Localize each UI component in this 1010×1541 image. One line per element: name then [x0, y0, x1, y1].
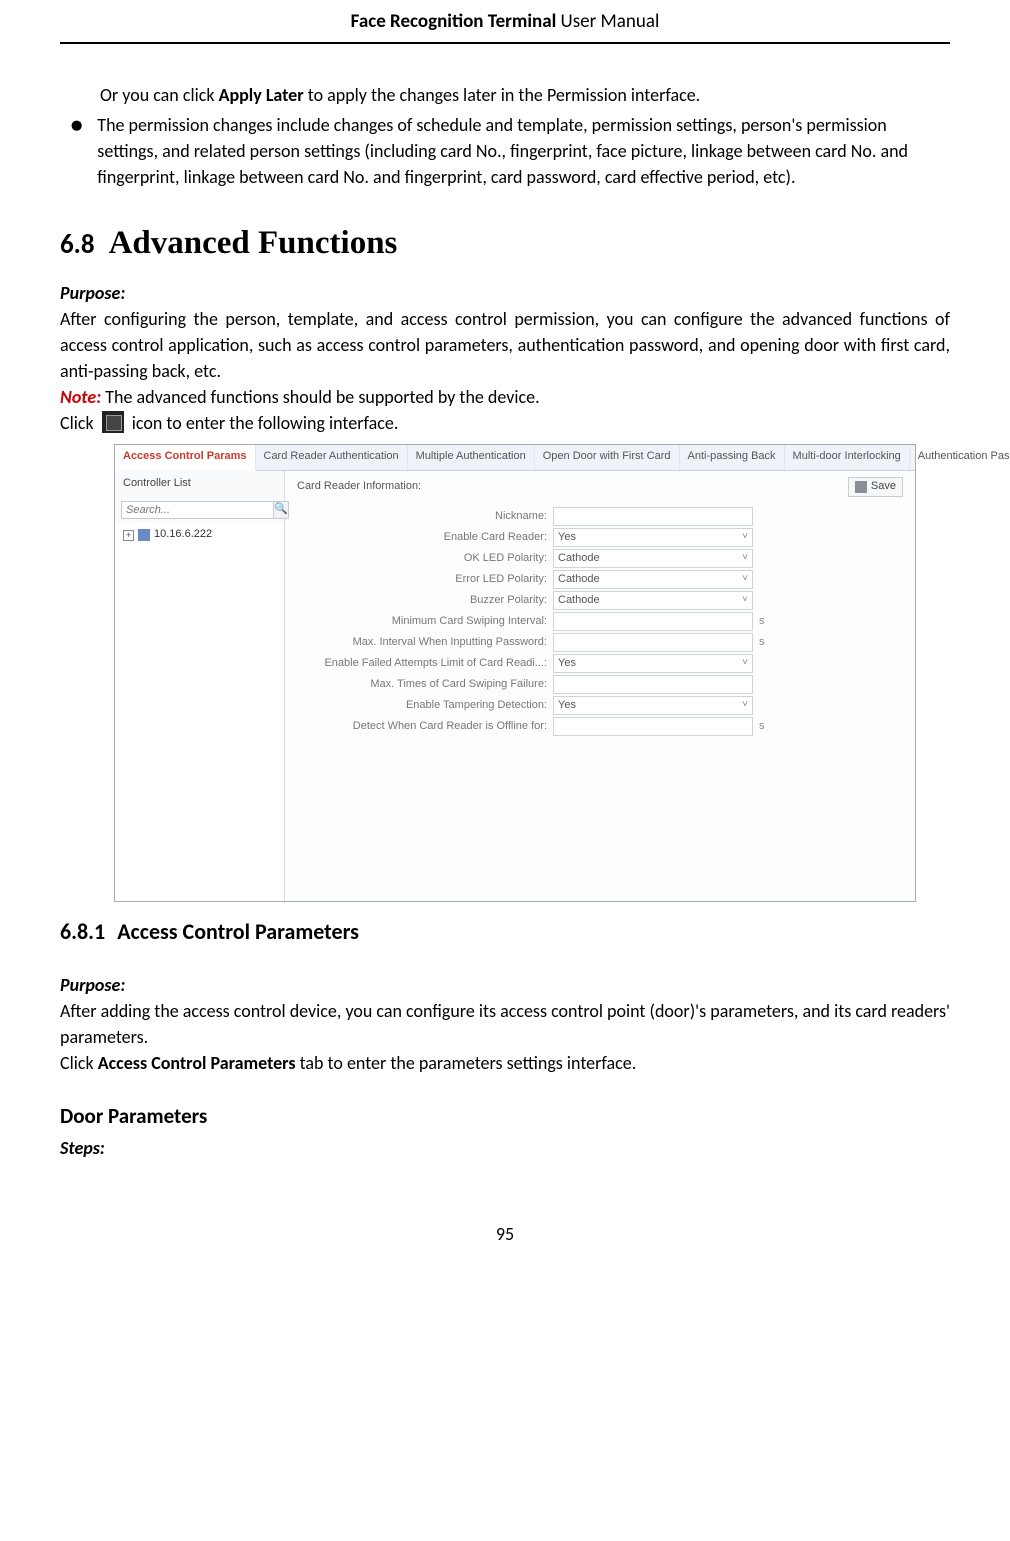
form-row: Minimum Card Swiping Interval: s	[293, 612, 907, 631]
sub-click-pre: Click	[60, 1052, 98, 1074]
purpose-label: Purpose:	[60, 280, 950, 306]
unit-label: s	[759, 614, 765, 630]
form-row: Max. Times of Card Swiping Failure:	[293, 675, 907, 694]
controller-list-panel: Controller List 🔍 + 10.16.6.222	[115, 471, 285, 901]
steps-label: Steps:	[60, 1135, 950, 1161]
intro-post: to apply the changes later in the Permis…	[304, 84, 701, 106]
form-input[interactable]	[553, 507, 753, 526]
sub-purpose-text: After adding the access control device, …	[60, 998, 950, 1050]
subsection-heading: 6.8.1 Access Control Parameters	[60, 916, 950, 948]
form-label: Minimum Card Swiping Interval:	[293, 614, 553, 630]
page-header: Face Recognition Terminal User Manual	[60, 0, 950, 42]
form-row: Detect When Card Reader is Offline for: s	[293, 717, 907, 736]
card-reader-info-header: Card Reader Information:	[297, 479, 421, 495]
form-row: OK LED Polarity:Cathode	[293, 549, 907, 568]
form-row: Enable Card Reader:Yes	[293, 528, 907, 547]
subsection-title: Access Control Parameters	[117, 918, 359, 945]
section-heading: 6.8 Advanced Functions	[60, 220, 950, 268]
intro-bullet-text: The permission changes include changes o…	[97, 112, 950, 190]
form-label: Max. Times of Card Swiping Failure:	[293, 677, 553, 693]
save-icon	[855, 481, 867, 493]
form-row: Enable Failed Attempts Limit of Card Rea…	[293, 654, 907, 673]
intro-pre: Or you can click	[100, 84, 219, 106]
form-select[interactable]: Cathode	[553, 549, 753, 568]
form-input[interactable]	[553, 633, 753, 652]
intro-bullet-row: ● The permission changes include changes…	[60, 112, 950, 190]
click-line: Click icon to enter the following interf…	[60, 412, 398, 434]
page-number: 95	[60, 1221, 950, 1247]
door-parameters-heading: Door Parameters	[60, 1101, 950, 1131]
save-button[interactable]: Save	[848, 477, 903, 497]
tab-anti-passing-back[interactable]: Anti-passing Back	[680, 445, 785, 470]
form-row: Error LED Polarity:Cathode	[293, 570, 907, 589]
ui-tabs: Access Control Params Card Reader Authen…	[115, 445, 915, 471]
form-label: Enable Card Reader:	[293, 530, 553, 546]
header-bold: Face Recognition Terminal	[351, 10, 557, 33]
sub-purpose-label: Purpose:	[60, 972, 950, 998]
sub-click-bold: Access Control Parameters	[98, 1052, 296, 1074]
form-input[interactable]	[553, 717, 753, 736]
controller-list-header: Controller List	[115, 471, 284, 497]
intro-bold: Apply Later	[219, 84, 304, 106]
form-label: Nickname:	[293, 509, 553, 525]
embedded-ui: Access Control Params Card Reader Authen…	[114, 444, 916, 902]
bullet-icon: ●	[70, 114, 83, 190]
tab-auth-password[interactable]: Authentication Password	[910, 445, 1010, 470]
search-box: 🔍	[121, 501, 278, 519]
form-label: Max. Interval When Inputting Password:	[293, 635, 553, 651]
tab-multi-door-interlocking[interactable]: Multi-door Interlocking	[785, 445, 910, 470]
form-label: Enable Tampering Detection:	[293, 698, 553, 714]
form-row: Max. Interval When Inputting Password: s	[293, 633, 907, 652]
click-post: icon to enter the following interface.	[128, 412, 399, 434]
tab-multiple-auth[interactable]: Multiple Authentication	[408, 445, 535, 470]
header-rule	[60, 42, 950, 44]
tab-open-door-first-card[interactable]: Open Door with First Card	[535, 445, 680, 470]
unit-label: s	[759, 719, 765, 735]
advanced-icon	[102, 411, 124, 433]
search-input[interactable]	[121, 501, 274, 519]
form-label: Error LED Polarity:	[293, 572, 553, 588]
form-label: Detect When Card Reader is Offline for:	[293, 719, 553, 735]
intro-para1: Or you can click Apply Later to apply th…	[100, 82, 950, 108]
note-text: The advanced functions should be support…	[101, 386, 539, 408]
form-input[interactable]	[553, 612, 753, 631]
form-label: Buzzer Polarity:	[293, 593, 553, 609]
form-row: Buzzer Polarity:Cathode	[293, 591, 907, 610]
tree-expand-icon[interactable]: +	[123, 530, 134, 541]
section-num: 6.8	[60, 228, 95, 261]
unit-label: s	[759, 635, 765, 651]
form-select[interactable]: Cathode	[553, 591, 753, 610]
note-line: Note: The advanced functions should be s…	[60, 384, 950, 410]
subsection-num: 6.8.1	[60, 918, 105, 945]
tree-ip: 10.16.6.222	[154, 527, 212, 543]
card-reader-info-panel: Card Reader Information: Save Nickname: E…	[285, 471, 915, 901]
section-title: Advanced Functions	[109, 225, 398, 261]
form-row: Enable Tampering Detection:Yes	[293, 696, 907, 715]
form-select[interactable]: Cathode	[553, 570, 753, 589]
controller-tree: + 10.16.6.222	[115, 523, 284, 901]
form-label: Enable Failed Attempts Limit of Card Rea…	[293, 656, 553, 672]
tree-item[interactable]: + 10.16.6.222	[123, 527, 276, 543]
tab-card-reader-auth[interactable]: Card Reader Authentication	[256, 445, 408, 470]
click-pre: Click	[60, 412, 98, 434]
device-icon	[138, 529, 150, 541]
sub-click-post: tab to enter the parameters settings int…	[296, 1052, 637, 1074]
tab-access-control-params[interactable]: Access Control Params	[115, 445, 256, 471]
header-rest: User Manual	[556, 10, 659, 33]
save-label: Save	[871, 479, 896, 495]
form-row: Nickname:	[293, 507, 907, 526]
form-label: OK LED Polarity:	[293, 551, 553, 567]
form-select[interactable]: Yes	[553, 654, 753, 673]
purpose-text: After configuring the person, template, …	[60, 306, 950, 384]
form-input[interactable]	[553, 675, 753, 694]
note-label: Note:	[60, 386, 101, 408]
form-select[interactable]: Yes	[553, 696, 753, 715]
sub-click-line: Click Access Control Parameters tab to e…	[60, 1050, 950, 1076]
form-select[interactable]: Yes	[553, 528, 753, 547]
